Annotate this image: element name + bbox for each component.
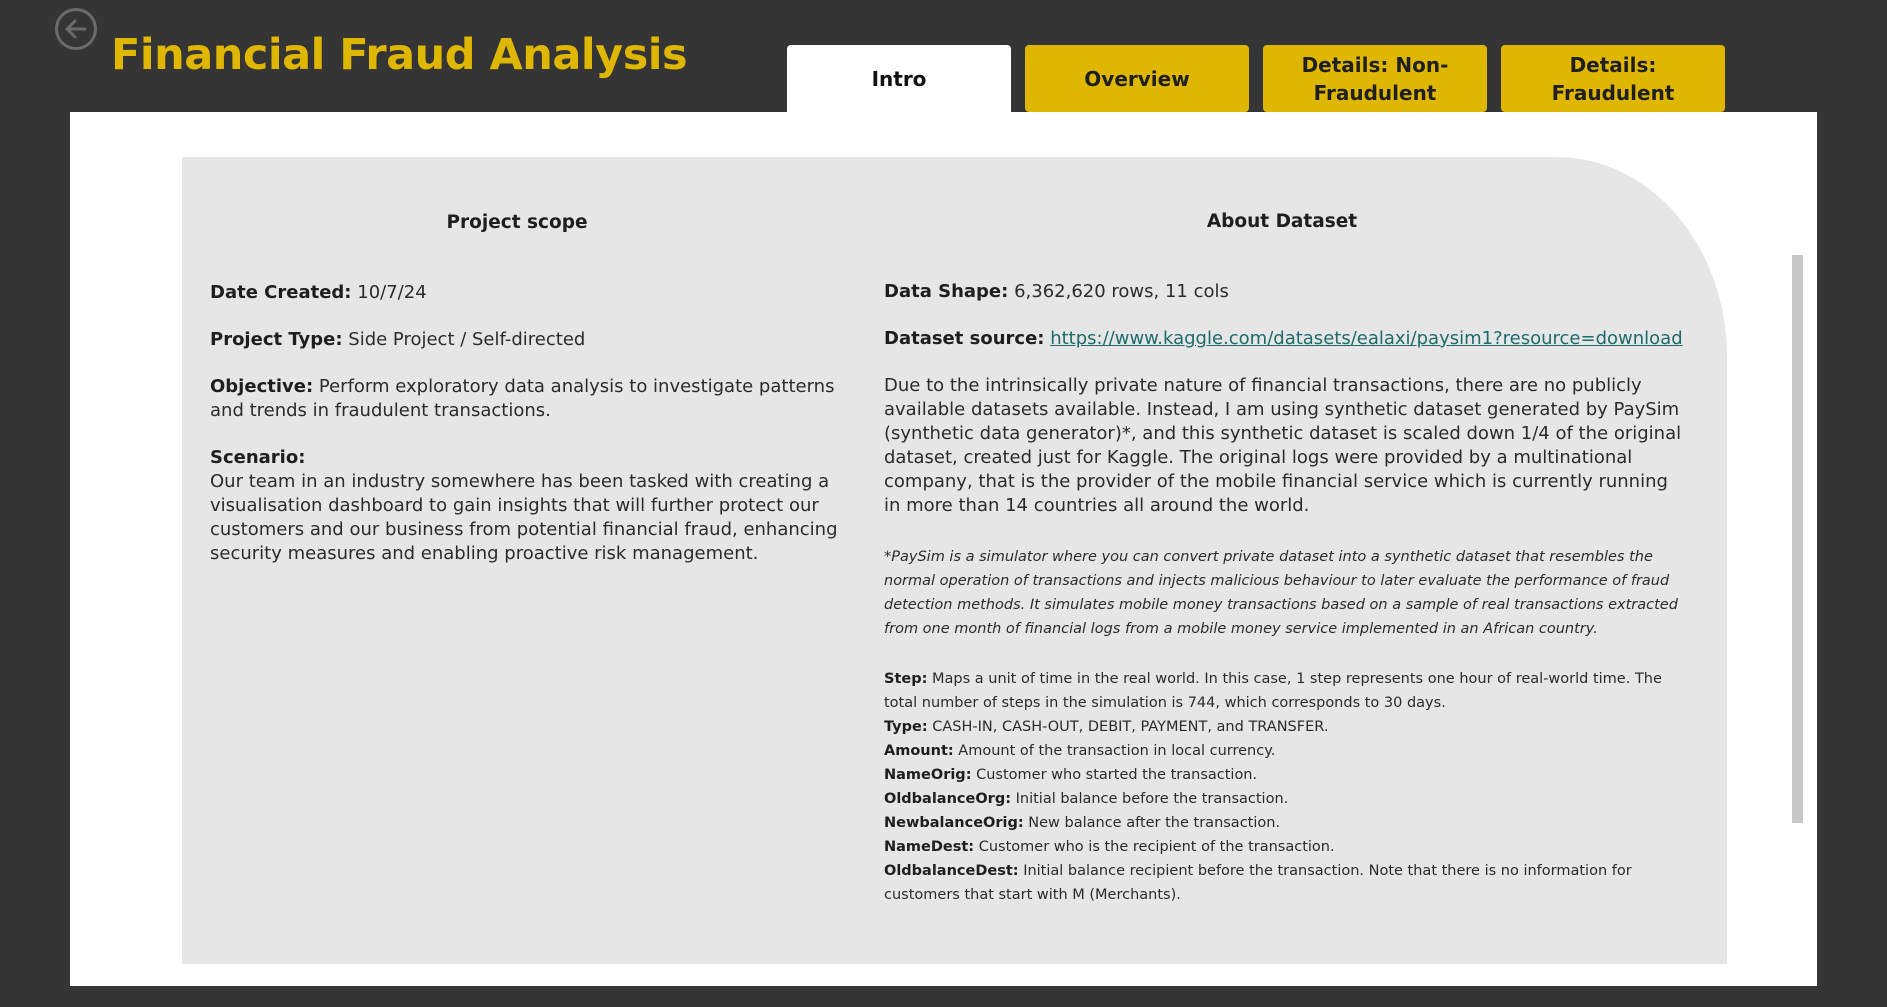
dataset-source-label: Dataset source: [884,328,1045,349]
dataset-source-row: Dataset source: https://www.kaggle.com/d… [884,327,1684,351]
field-definition-oldbalanceorg: OldbalanceOrg: Initial balance before th… [884,787,1684,811]
back-arrow-circle-icon [55,8,97,50]
field-definition-nameorig: NameOrig: Customer who started the trans… [884,763,1684,787]
project-type-row: Project Type: Side Project / Self-direct… [210,328,870,352]
field-label: Amount: [884,743,954,759]
field-desc: Initial balance before the transaction. [1015,791,1289,807]
field-label: OldbalanceOrg: [884,791,1012,807]
main-panel: Project scope About Dataset Date Created… [70,112,1817,986]
field-desc: New balance after the transaction. [1028,815,1281,831]
field-desc: CASH-IN, CASH-OUT, DEBIT, PAYMENT, and T… [932,719,1329,735]
field-label: Step: [884,671,928,687]
tab-details-fraudulent[interactable]: Details: Fraudulent [1501,45,1725,112]
card-scrollbar[interactable] [1792,255,1803,823]
field-definition-namedest: NameDest: Customer who is the recipient … [884,835,1684,859]
tab-details-fraudulent-label: Details: Fraudulent [1551,52,1675,105]
objective-row: Objective: Perform exploratory data anal… [210,375,870,423]
dataset-description: Due to the intrinsically private nature … [884,375,1682,516]
field-definition-newbalanceorig: NewbalanceOrig: New balance after the tr… [884,811,1684,835]
date-created-value: 10/7/24 [357,282,427,303]
objective-label: Objective: [210,376,314,397]
tab-intro[interactable]: Intro [787,45,1011,112]
field-desc: Customer who started the transaction. [976,767,1258,783]
field-label: NameDest: [884,839,975,855]
paysim-note: *PaySim is a simulator where you can con… [884,549,1678,637]
data-shape-value: 6,362,620 rows, 11 cols [1014,281,1229,302]
field-label: Type: [884,719,928,735]
date-created-row: Date Created: 10/7/24 [210,281,870,305]
intro-card: Project scope About Dataset Date Created… [182,157,1803,964]
field-desc: Amount of the transaction in local curre… [958,743,1276,759]
field-desc: Customer who is the recipient of the tra… [978,839,1335,855]
project-scope-heading: Project scope [446,212,588,233]
field-desc: Maps a unit of time in the real world. I… [884,671,1662,711]
data-shape-label: Data Shape: [884,281,1009,302]
project-type-label: Project Type: [210,329,343,350]
field-label: OldbalanceDest: [884,863,1019,879]
page-title: Financial Fraud Analysis [111,30,688,80]
date-created-label: Date Created: [210,282,352,303]
data-shape-row: Data Shape: 6,362,620 rows, 11 cols [884,280,1684,304]
tab-overview[interactable]: Overview [1025,45,1249,112]
tab-details-non-fraudulent[interactable]: Details: Non-Fraudulent [1263,45,1487,112]
field-label: NameOrig: [884,767,972,783]
field-definition-amount: Amount: Amount of the transaction in loc… [884,739,1684,763]
about-dataset-heading: About Dataset [1206,211,1358,232]
dataset-source-link[interactable]: https://www.kaggle.com/datasets/ealaxi/p… [1050,328,1682,349]
project-scope-section: Date Created: 10/7/24 Project Type: Side… [210,281,870,589]
field-label: NewbalanceOrig: [884,815,1024,831]
field-definition-oldbalancedest: OldbalanceDest: Initial balance recipien… [884,859,1684,907]
scenario-value: Our team in an industry somewhere has be… [210,471,838,564]
field-definitions-list: Step: Maps a unit of time in the real wo… [884,667,1684,907]
tab-details-non-fraudulent-label: Details: Non-Fraudulent [1301,52,1449,105]
about-dataset-section: Data Shape: 6,362,620 rows, 11 cols Data… [884,280,1684,907]
scenario-label: Scenario: [210,447,306,468]
scenario-row: Scenario: Our team in an industry somewh… [210,446,870,566]
tab-overview-label: Overview [1084,66,1190,91]
field-definition-step: Step: Maps a unit of time in the real wo… [884,667,1684,715]
back-button[interactable] [54,7,98,51]
field-definition-type: Type: CASH-IN, CASH-OUT, DEBIT, PAYMENT,… [884,715,1684,739]
project-type-value: Side Project / Self-directed [348,329,586,350]
tab-intro-label: Intro [871,66,927,91]
